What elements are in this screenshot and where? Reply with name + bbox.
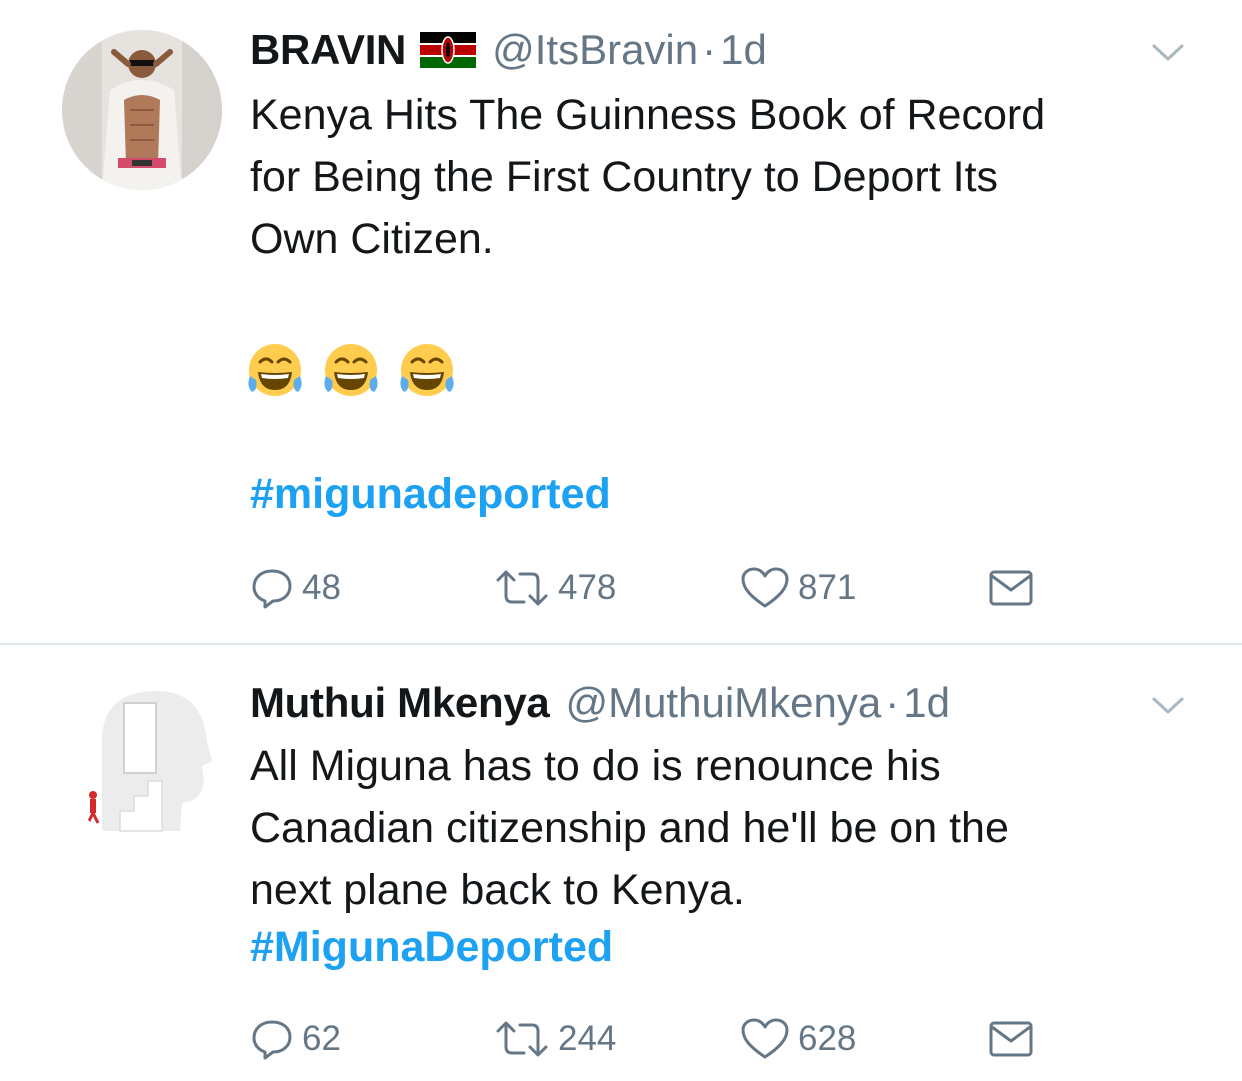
direct-message-button[interactable] xyxy=(988,1014,1034,1064)
tweet-text-line: All Miguna has to do is renounce his xyxy=(250,742,941,790)
tweet[interactable]: BRAVIN @ItsBravin · 1d Kenya Hits The Gu… xyxy=(0,0,1242,644)
heart-icon xyxy=(741,567,789,608)
tweet-actions: 48 478 871 xyxy=(250,563,1050,613)
retweet-button[interactable]: 478 xyxy=(494,563,616,613)
face-with-tears-of-joy-icon xyxy=(400,344,454,396)
reply-icon xyxy=(252,569,292,609)
reply-count: 48 xyxy=(302,568,341,607)
author-name[interactable]: BRAVIN xyxy=(250,26,406,74)
tweet[interactable]: Muthui Mkenya @MuthuiMkenya · 1d All Mig… xyxy=(0,645,1242,1081)
chevron-down-icon[interactable] xyxy=(1150,40,1186,64)
author-handle[interactable]: @ItsBravin xyxy=(492,26,698,74)
tweet-text: All Miguna has to do is renounce his Can… xyxy=(250,735,1200,921)
reply-button[interactable]: 62 xyxy=(250,1014,341,1064)
face-with-tears-of-joy-icon xyxy=(324,344,378,396)
hashtag-link[interactable]: #migunadeported xyxy=(250,470,611,519)
like-button[interactable]: 628 xyxy=(740,1014,856,1064)
tweet-text-line: Kenya Hits The Guinness Book of Record xyxy=(250,91,1046,139)
like-button[interactable]: 871 xyxy=(740,563,856,613)
timestamp[interactable]: 1d xyxy=(903,679,950,727)
emoji-row xyxy=(246,340,456,402)
tweet-text-line: for Being the First Country to Deport It… xyxy=(250,153,999,201)
avatar[interactable] xyxy=(62,30,222,190)
envelope-icon xyxy=(989,1021,1033,1057)
retweet-count: 478 xyxy=(558,568,617,607)
direct-message-button[interactable] xyxy=(988,563,1034,613)
envelope-icon xyxy=(989,570,1033,606)
like-count: 871 xyxy=(798,568,857,607)
tweet-text-line: Canadian citizenship and he'll be on the xyxy=(250,804,1009,852)
tweet-actions: 62 244 628 xyxy=(250,1014,1050,1064)
hashtag-link[interactable]: #MigunaDeported xyxy=(250,923,613,972)
retweet-icon xyxy=(496,1021,548,1057)
retweet-count: 244 xyxy=(558,1019,617,1058)
kenya-flag-icon xyxy=(420,32,477,68)
timestamp[interactable]: 1d xyxy=(720,26,767,74)
tweet-text: Kenya Hits The Guinness Book of Record f… xyxy=(250,84,1200,270)
author-name[interactable]: Muthui Mkenya xyxy=(250,679,550,727)
separator-dot: · xyxy=(702,26,717,73)
chevron-down-icon[interactable] xyxy=(1150,693,1186,717)
tweet-header: BRAVIN @ItsBravin · 1d xyxy=(250,22,767,78)
avatar[interactable] xyxy=(62,681,222,841)
separator-dot: · xyxy=(885,679,900,726)
author-handle[interactable]: @MuthuiMkenya xyxy=(565,679,881,727)
tweet-text-line: next plane back to Kenya. xyxy=(250,866,745,914)
tweet-header: Muthui Mkenya @MuthuiMkenya · 1d xyxy=(250,675,950,731)
retweet-icon xyxy=(496,570,548,606)
reply-count: 62 xyxy=(302,1019,341,1058)
retweet-button[interactable]: 244 xyxy=(494,1014,616,1064)
like-count: 628 xyxy=(798,1019,857,1058)
reply-icon xyxy=(252,1020,292,1060)
heart-icon xyxy=(741,1018,789,1059)
reply-button[interactable]: 48 xyxy=(250,563,341,613)
tweet-text-line: Own Citizen. xyxy=(250,215,494,263)
face-with-tears-of-joy-icon xyxy=(248,344,302,396)
